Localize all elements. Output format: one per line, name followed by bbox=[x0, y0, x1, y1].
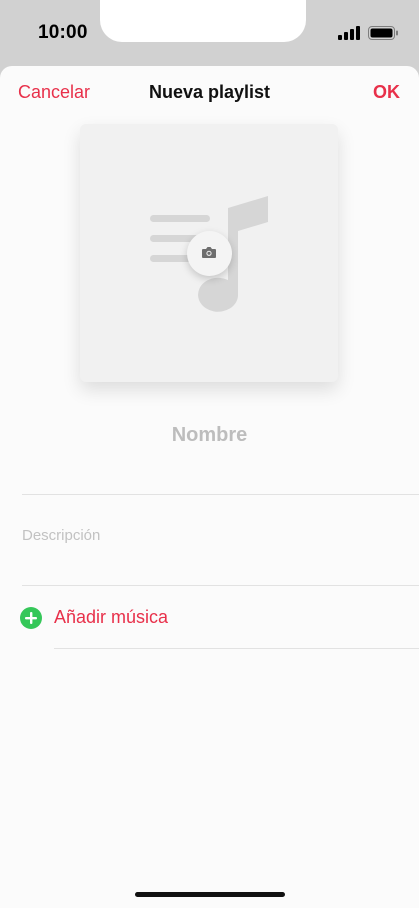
plus-circle-icon bbox=[20, 607, 42, 629]
cellular-signal-icon bbox=[338, 26, 360, 40]
navigation-bar: Cancelar Nueva playlist OK bbox=[0, 66, 419, 118]
ok-button[interactable]: OK bbox=[373, 82, 400, 103]
battery-icon bbox=[368, 26, 398, 40]
new-playlist-sheet: Cancelar Nueva playlist OK Nombre Descri… bbox=[0, 66, 419, 908]
camera-icon bbox=[202, 247, 216, 258]
add-music-label: Añadir música bbox=[54, 607, 169, 627]
add-photo-button[interactable] bbox=[187, 231, 232, 276]
divider bbox=[22, 585, 419, 586]
divider bbox=[22, 494, 419, 495]
add-music-button[interactable]: Añadir música bbox=[18, 604, 398, 634]
page-title: Nueva playlist bbox=[148, 82, 271, 102]
divider bbox=[54, 648, 419, 649]
home-indicator[interactable] bbox=[135, 892, 285, 897]
status-time: 10:00 bbox=[38, 22, 88, 43]
status-bar: 10:00 bbox=[0, 0, 419, 66]
description-field[interactable]: Descripción bbox=[22, 527, 100, 544]
playlist-name-field[interactable]: Nombre bbox=[0, 424, 419, 447]
playlist-artwork[interactable] bbox=[80, 124, 338, 382]
